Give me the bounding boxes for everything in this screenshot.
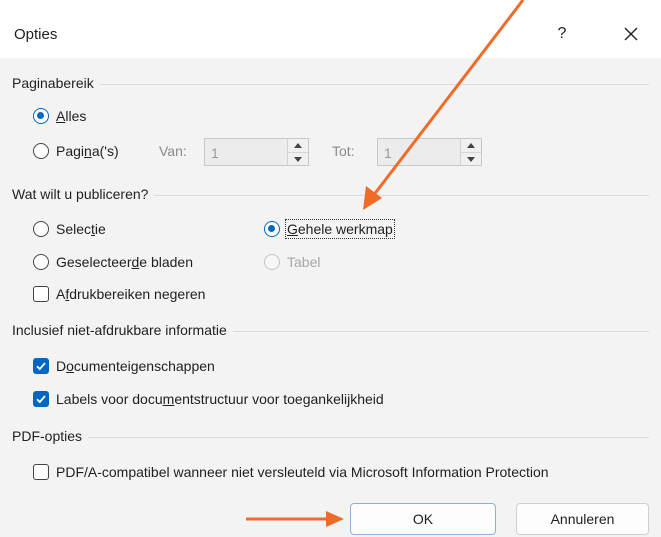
radio-table: Tabel [264,254,320,270]
radio-circle[interactable] [33,221,49,237]
checkbox-ignore-print-areas[interactable]: Afdrukbereiken negeren [33,286,205,302]
checkbox-box[interactable] [33,358,49,374]
checkbox-pdfa-label: PDF/A-compatibel wanneer niet versleutel… [56,464,549,480]
to-spinner[interactable]: 1 [377,138,482,166]
from-value[interactable]: 1 [211,145,219,161]
checkbox-structure-tags[interactable]: Labels voor documentstructuur voor toega… [33,391,384,407]
checkbox-ignore-print-areas-label: Afdrukbereiken negeren [56,286,206,302]
radio-selected-sheets[interactable]: Geselecteerde bladen [33,254,193,270]
group-label-pdf-options: PDF-opties [12,428,89,444]
to-spin-up[interactable] [461,139,481,152]
from-spinner-buttons [287,139,308,165]
from-spin-down[interactable] [288,152,308,165]
to-spin-down[interactable] [461,152,481,165]
title-bar: Opties ? [0,0,661,58]
radio-selection[interactable]: Selectie [33,221,106,237]
radio-whole-workbook-label: Gehele werkmap [285,219,395,239]
radio-circle[interactable] [33,143,49,159]
from-spinner[interactable]: 1 [204,138,309,166]
checkmark-icon [36,395,46,404]
close-button[interactable] [617,20,645,48]
group-label-non-print-info: Inclusief niet-afdrukbare informatie [12,322,233,338]
checkbox-doc-properties[interactable]: Documenteigenschappen [33,358,215,374]
radio-circle[interactable] [264,221,280,237]
triangle-down-icon [467,157,475,162]
group-divider [12,437,649,438]
radio-selection-label: Selectie [56,221,106,237]
radio-pages[interactable]: Pagina('s) [33,143,119,159]
checkbox-box[interactable] [33,286,49,302]
radio-all-label: Alles [56,108,87,124]
triangle-down-icon [294,157,302,162]
radio-circle[interactable] [33,254,49,270]
ok-button[interactable]: OK [350,503,496,535]
to-spinner-buttons [460,139,481,165]
checkbox-structure-tags-label: Labels voor documentstructuur voor toega… [56,391,384,407]
from-spin-up[interactable] [288,139,308,152]
group-divider [12,84,649,85]
triangle-up-icon [294,143,302,148]
to-value[interactable]: 1 [384,145,392,161]
radio-whole-workbook[interactable]: Gehele werkmap [264,219,395,239]
checkbox-pdfa[interactable]: PDF/A-compatibel wanneer niet versleutel… [33,464,549,480]
checkbox-box[interactable] [33,464,49,480]
checkbox-doc-properties-label: Documenteigenschappen [56,358,215,374]
radio-selected-sheets-label: Geselecteerde bladen [56,254,193,270]
triangle-up-icon [467,143,475,148]
group-label-page-range: Paginabereik [12,75,100,91]
help-button[interactable]: ? [548,20,576,48]
group-label-publish: Wat wilt u publiceren? [12,186,155,202]
radio-circle [264,254,280,270]
cancel-button[interactable]: Annuleren [516,503,649,535]
radio-pages-label: Pagina('s) [56,143,119,159]
checkbox-box[interactable] [33,391,49,407]
to-label: Tot: [332,143,355,159]
radio-all[interactable]: Alles [33,108,86,124]
radio-table-label: Tabel [287,254,321,270]
checkmark-icon [36,362,46,371]
close-icon [624,27,638,41]
from-label: Van: [159,143,187,159]
dialog-title: Opties [14,26,58,43]
radio-circle[interactable] [33,108,49,124]
